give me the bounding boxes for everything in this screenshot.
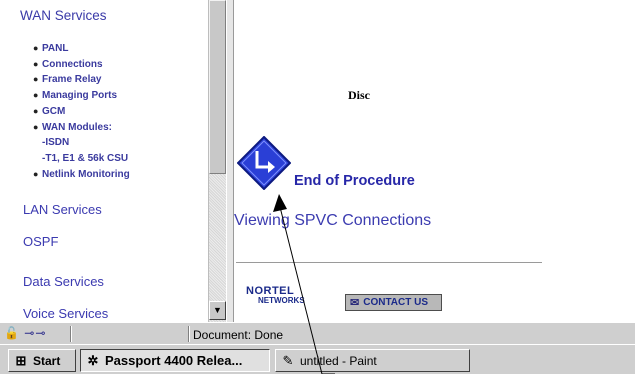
nav-wan-services[interactable]: WAN Services xyxy=(20,8,107,23)
nav-subitem-frame-relay[interactable]: ● Frame Relay xyxy=(33,72,130,88)
nav-scrollbar[interactable]: ▼ xyxy=(208,0,226,322)
nav-data-services[interactable]: Data Services xyxy=(23,274,104,289)
status-text: Document: Done xyxy=(193,328,284,342)
taskbar-passport-window[interactable]: ✲ Passport 4400 Relea... xyxy=(80,349,270,372)
disc-heading: Disc xyxy=(348,88,370,102)
scrollbar-thumb[interactable] xyxy=(209,0,226,174)
nav-subitem-panl[interactable]: ● PANL xyxy=(33,41,130,57)
nav-subitem-isdn[interactable]: -ISDN xyxy=(33,135,130,151)
nav-ospf[interactable]: OSPF xyxy=(23,234,58,249)
content-frame: Disc End of Procedure Viewing SPVC Conne… xyxy=(234,0,635,322)
nav-subitem-connections[interactable]: ● Connections xyxy=(33,57,130,73)
viewing-spvc-link[interactable]: Viewing SPVC Connections xyxy=(234,212,431,230)
windows-logo-icon: ⊞ xyxy=(15,352,27,368)
bullet-icon: ● xyxy=(33,105,39,116)
security-lock-icon: 🔓 ⊸⊸ xyxy=(4,326,47,340)
nav-subitem-netlink-monitoring[interactable]: ● Netlink Monitoring xyxy=(33,167,130,183)
taskbar-paint-window[interactable]: ✎ untitled - Paint xyxy=(275,349,470,372)
horizontal-rule xyxy=(236,262,542,264)
frame-divider[interactable] xyxy=(226,0,234,322)
bullet-icon: ● xyxy=(33,43,39,53)
nav-subitem-t1-e1-csu[interactable]: -T1, E1 & 56k CSU xyxy=(33,151,130,167)
end-of-procedure-icon xyxy=(237,136,291,190)
scroll-down-button[interactable]: ▼ xyxy=(209,301,226,320)
left-nav-frame: WAN Services ● PANL ● Connections ● Frame R… xyxy=(0,0,208,322)
nortel-logo[interactable]: NORTEL NETWORKS xyxy=(246,286,305,306)
bullet-icon: ● xyxy=(33,74,39,85)
taskbar: ⊞ Start ✲ Passport 4400 Relea... ✎ untit… xyxy=(0,344,635,374)
wan-subitems-list: ● PANL ● Connections ● Frame Relay ● Managin… xyxy=(33,41,130,182)
end-of-procedure-label: End of Procedure xyxy=(294,173,415,189)
bullet-icon: ● xyxy=(33,121,39,132)
start-button[interactable]: ⊞ Start xyxy=(8,349,76,372)
bullet-icon: ● xyxy=(33,58,39,69)
browser-app-icon: ✲ xyxy=(87,352,99,368)
paint-app-icon: ✎ xyxy=(282,352,294,368)
nav-subitem-gcm[interactable]: ● GCM xyxy=(33,104,130,120)
nav-lan-services[interactable]: LAN Services xyxy=(23,202,102,217)
statusbar-separator xyxy=(188,326,190,342)
contact-us-button[interactable]: ✉ CONTACT US xyxy=(345,294,442,311)
statusbar-separator xyxy=(70,326,72,342)
nav-voice-services[interactable]: Voice Services xyxy=(23,306,108,321)
status-bar: 🔓 ⊸⊸ Document: Done xyxy=(0,322,635,344)
nav-subitem-wan-modules[interactable]: ● WAN Modules: xyxy=(33,120,130,136)
envelope-icon: ✉ xyxy=(350,297,360,309)
bullet-icon: ● xyxy=(33,168,39,179)
nav-subitem-managing-ports[interactable]: ● Managing Ports xyxy=(33,88,130,104)
bullet-icon: ● xyxy=(33,90,39,101)
